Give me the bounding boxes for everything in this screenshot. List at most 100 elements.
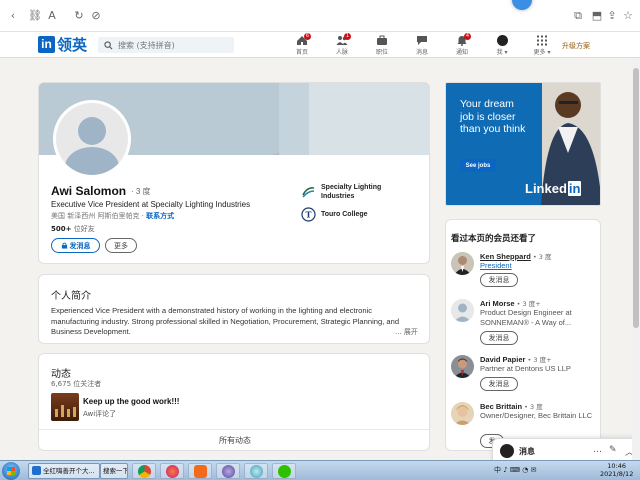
taskbar-app-media[interactable] <box>216 463 240 479</box>
person-name-row: Ari Morse • 3 度+ <box>480 298 541 308</box>
post-title[interactable]: Keep up the good work!!! <box>83 397 179 406</box>
post-subtitle: Awi评论了 <box>83 410 117 418</box>
taskbar-window-search[interactable]: 搜索一下 <box>100 463 128 479</box>
person-name[interactable]: Ari Morse <box>480 299 515 308</box>
taskbar-app-utility[interactable] <box>244 463 268 479</box>
person-name-row: Bec Brittain • 3 度 <box>480 401 543 411</box>
clock-time: 10:46 <box>607 462 627 470</box>
ad-headline: Your dream job is closer than you think <box>460 98 526 135</box>
scrollbar-thumb[interactable] <box>633 68 639 328</box>
profile-dot-icon[interactable] <box>512 0 532 10</box>
nav-label: 人脉 <box>335 49 348 56</box>
taskbar-app-tool[interactable] <box>188 463 212 479</box>
location-text: 美国 新泽西州 阿斯伯里帕克 · <box>51 212 147 220</box>
person-degree: • 3 度 <box>522 403 543 411</box>
message-button[interactable]: 发消息 <box>51 238 100 253</box>
nav-network[interactable]: 1 人脉 <box>327 33 357 56</box>
nav-label: 通知 <box>455 49 468 56</box>
nav-notifications[interactable]: 4 通知 <box>447 33 477 56</box>
post-thumbnail[interactable] <box>51 393 79 421</box>
message-button[interactable]: 发消息 <box>480 273 518 287</box>
message-icon <box>417 36 427 45</box>
window-icon[interactable]: ⧉ <box>571 9 585 23</box>
nav-me[interactable]: 我 ▾ <box>487 35 517 56</box>
search-box[interactable] <box>98 37 234 53</box>
profile-avatar[interactable] <box>53 100 131 178</box>
see-jobs-button[interactable]: See jobs <box>460 159 496 172</box>
nav-label: 我 ▾ <box>496 49 508 56</box>
person-title: President <box>480 261 512 270</box>
ie-icon <box>32 466 41 475</box>
page-scrollbar[interactable] <box>632 58 640 460</box>
nav-home[interactable]: 6 首页 <box>287 33 317 56</box>
windows-taskbar: 全红嗨善开个大... 搜索一下 中 ♪ ⌨ ◔ ✉ 10:46 2021/8/1… <box>0 460 640 480</box>
nav-badge: 1 <box>344 33 351 40</box>
ad-card[interactable]: Your dream job is closer than you think … <box>445 82 601 206</box>
expand-link[interactable]: ... 展开 <box>395 327 418 337</box>
messaging-overlay[interactable]: 消息 … ✎ ︿ <box>492 438 640 462</box>
nav-messaging[interactable]: 消息 <box>407 35 437 56</box>
person-name[interactable]: Ken Sheppard <box>480 252 531 261</box>
contact-info-link[interactable]: 联系方式 <box>146 212 174 220</box>
avatar <box>500 444 514 458</box>
message-button-label: 发消息 <box>69 241 91 250</box>
link-icon[interactable]: ⛓ <box>28 9 42 23</box>
search-input[interactable] <box>118 40 228 50</box>
person-name[interactable]: Bec Brittain <box>480 402 522 411</box>
followers-count: 6,675 位关注者 <box>51 380 102 388</box>
upgrade-link[interactable]: 升级方案 <box>562 41 590 51</box>
system-tray[interactable]: 中 ♪ ⌨ ◔ ✉ <box>494 465 536 475</box>
taskbar-app-chrome[interactable] <box>132 463 156 479</box>
linkedin-ad-logo: Linked in <box>525 181 582 196</box>
collections-icon[interactable]: ⬒ <box>590 9 604 23</box>
nav-jobs[interactable]: 职位 <box>367 35 397 56</box>
system-clock[interactable]: 10:46 2021/8/12 <box>600 462 633 478</box>
start-button[interactable] <box>2 462 20 480</box>
top-navigation: in 领英 6 首页 1 人脉 职位 消息 4 通知 我 ▾ 更多 ▾ 升级方案 <box>0 32 640 58</box>
connections-count: 500+ 位好友 <box>51 224 95 234</box>
more-button[interactable]: 更多 <box>105 238 137 253</box>
all-activity-link[interactable]: 所有动态 <box>39 429 429 450</box>
nav-label: 首页 <box>295 49 308 56</box>
taskbar-window-browser[interactable]: 全红嗨善开个大... <box>28 463 100 479</box>
person-avatar <box>451 299 474 322</box>
company-name: Specialty Lighting Industries <box>321 184 382 200</box>
taskbar-app-wechat[interactable] <box>272 463 296 479</box>
person-degree: • 3 度+ <box>525 356 552 364</box>
nav-badge: 4 <box>464 33 471 40</box>
share-icon[interactable]: ⇪ <box>605 9 619 23</box>
back-icon[interactable]: ‹ <box>6 9 20 23</box>
grid-icon <box>537 35 547 46</box>
linkedin-logo[interactable]: in 领英 <box>38 36 88 54</box>
home-icon[interactable]: ⊘ <box>89 9 103 23</box>
refresh-icon[interactable]: ↻ <box>72 9 86 23</box>
person-title: Product Design Engineer at SONNEMAN® - A… <box>480 308 572 327</box>
clock-date: 2021/8/12 <box>600 470 634 478</box>
app-icon <box>194 465 207 478</box>
also-viewed-card: 看过本页的会员还看了 Ken Sheppard • 3 度 President … <box>445 219 601 451</box>
person-name-row: David Papier • 3 度+ <box>480 354 552 364</box>
more-options-icon[interactable]: … <box>593 445 602 455</box>
taskbar-app-browser[interactable] <box>160 463 184 479</box>
search-icon <box>104 40 113 49</box>
person-degree: • 3 度+ <box>514 300 541 308</box>
svg-text:T: T <box>306 210 312 220</box>
logo-text: 领英 <box>57 36 88 54</box>
nav-more[interactable]: 更多 ▾ <box>527 35 557 56</box>
org-company[interactable]: Specialty Lighting Industries <box>301 183 391 201</box>
company-logo-icon <box>302 186 315 197</box>
read-aloud-icon[interactable]: A <box>45 9 59 23</box>
nav-label: 消息 <box>415 49 428 56</box>
message-button[interactable]: 发消息 <box>480 377 518 391</box>
messaging-label: 消息 <box>519 447 535 456</box>
message-button[interactable]: 发消息 <box>480 331 518 345</box>
about-text: Experienced Vice President with a demons… <box>51 306 400 336</box>
ad-logo-in: in <box>567 181 582 196</box>
chrome-icon <box>138 465 151 478</box>
favorites-icon[interactable]: ☆ <box>621 9 635 23</box>
person-title: Partner at Dentons US LLP <box>480 364 571 373</box>
compose-icon[interactable]: ✎ <box>609 445 617 455</box>
person-name[interactable]: David Papier <box>480 355 525 364</box>
about-title: 个人简介 <box>51 291 91 302</box>
org-school[interactable]: T Touro College <box>301 207 368 222</box>
